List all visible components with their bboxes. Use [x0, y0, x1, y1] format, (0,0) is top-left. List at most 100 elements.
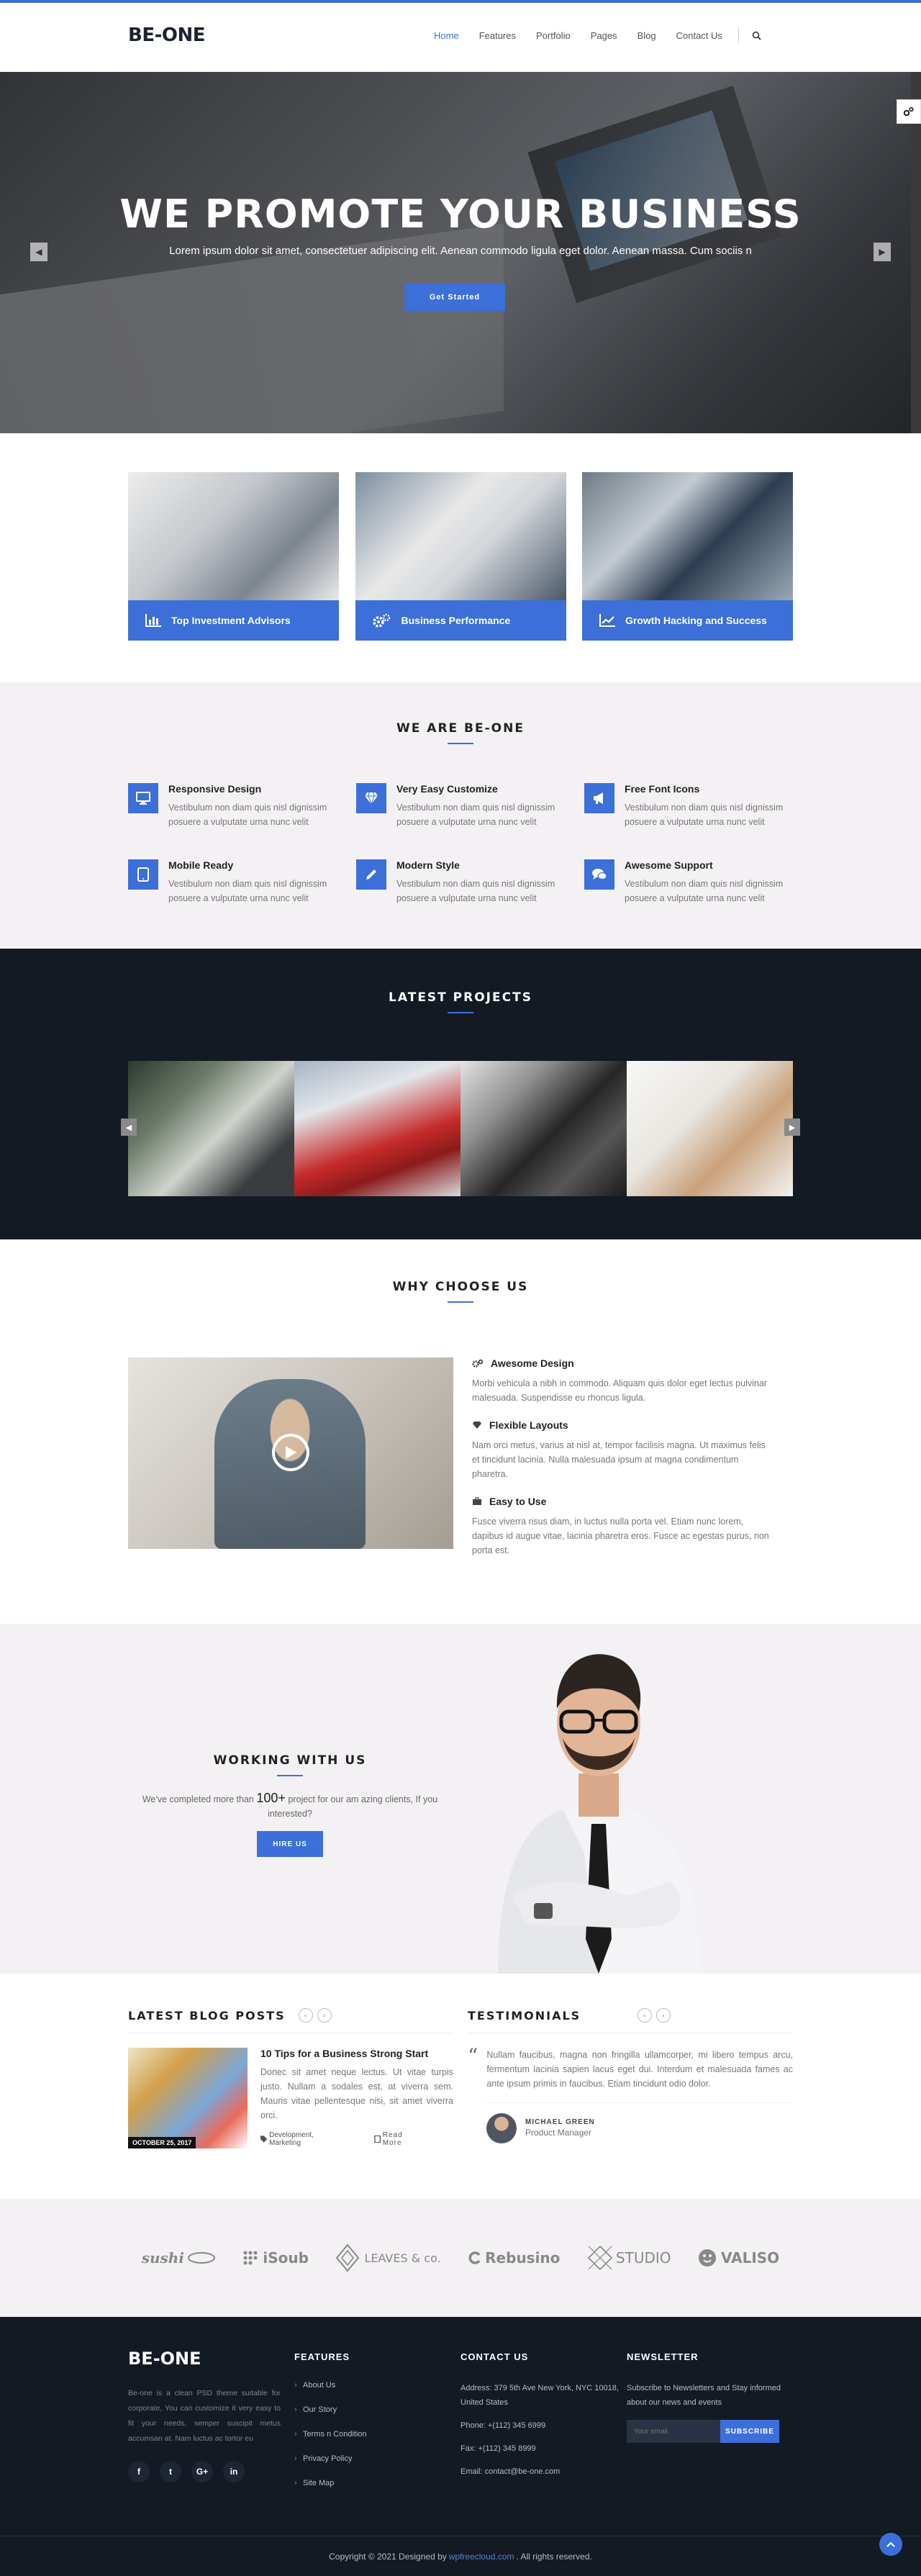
partner-logo[interactable]: iSoub	[242, 2249, 309, 2267]
testimonial-text: Nullam faucibus, magna non fringilla ull…	[486, 2050, 793, 2089]
quote-icon: “	[468, 2044, 478, 2068]
feature-item: Free Font Icons Vestibulum non diam quis …	[584, 783, 800, 829]
service-card[interactable]: Growth Hacking and Success	[582, 472, 793, 641]
hire-us-button[interactable]: HIRE US	[257, 1831, 323, 1857]
why-item: Easy to Use Fusce viverra risus diam, in…	[472, 1496, 774, 1558]
newsletter-email-input[interactable]	[627, 2420, 720, 2443]
testimonials-title: TESTIMONIALS	[468, 2008, 581, 2023]
businessman-photo	[484, 1637, 714, 1974]
partner-logo[interactable]: VALISO	[698, 2249, 779, 2267]
feature-item: Mobile Ready Vestibulum non diam quis nis…	[128, 859, 344, 905]
partners-section: sushi iSoub LEAVES & co. Rebusino STUDIO…	[0, 2199, 921, 2317]
feature-title: Responsive Design	[168, 783, 262, 795]
copyright-bar: Copyright © 2021 Designed by wpfreecloud…	[0, 2536, 921, 2576]
why-item-text: Fusce viverra risus diam, in luctus null…	[472, 1517, 769, 1555]
project-image[interactable]	[627, 1061, 793, 1196]
nav-blog[interactable]: Blog	[638, 30, 656, 41]
feature-text: Vestibulum non diam quis nisl dignissim …	[625, 879, 784, 903]
nav-contact[interactable]: Contact Us	[676, 30, 722, 41]
designer-link[interactable]: wpfreecloud.com	[449, 2552, 514, 2562]
facebook-icon[interactable]: f	[128, 2461, 150, 2482]
back-to-top-icon[interactable]	[879, 2533, 902, 2556]
pencil-icon	[356, 859, 386, 890]
chat-icon	[584, 859, 614, 890]
working-title: WORKING WITH US	[213, 1753, 367, 1768]
service-label: Top Investment Advisors	[171, 615, 291, 626]
subscribe-button[interactable]: SUBSCRIBE	[720, 2420, 779, 2443]
chevron-left-icon[interactable]: ‹	[298, 2008, 313, 2023]
project-image[interactable]	[128, 1061, 294, 1196]
partner-logo[interactable]: sushi	[142, 2249, 216, 2267]
nav-divider	[738, 27, 739, 43]
contact-email[interactable]: Email: contact@be-one.com	[460, 2464, 619, 2479]
desktop-icon	[128, 783, 158, 813]
footer-link-sitemap[interactable]: Site Map	[294, 2479, 460, 2487]
get-started-button[interactable]: Get Started	[404, 284, 505, 311]
hero-title: WE PROMOTE YOUR BUSINESS	[119, 191, 802, 237]
services-section: Top Investment Advisors Business Perform…	[0, 433, 921, 682]
feature-title: Mobile Ready	[168, 859, 234, 871]
footer-contact-title: CONTACT US	[460, 2351, 529, 2362]
google-plus-icon[interactable]: G+	[191, 2461, 213, 2482]
post-tags[interactable]: Development, Marketing	[260, 2131, 358, 2147]
search-icon[interactable]	[752, 31, 761, 40]
service-label: Growth Hacking and Success	[625, 615, 767, 626]
feature-title: Very Easy Customize	[396, 783, 498, 795]
chevron-left-icon[interactable]: ◀	[121, 1118, 137, 1136]
post-date: OCTOBER 25, 2017	[128, 2137, 196, 2148]
play-icon[interactable]	[272, 1434, 309, 1471]
feature-item: Modern Style Vestibulum non diam quis nis…	[356, 859, 572, 905]
site-header: BE-ONE Home Features Portfolio Pages Blo…	[0, 3, 921, 72]
linkedin-icon[interactable]: in	[223, 2461, 245, 2482]
post-excerpt: Donec sit amet neque lectus. Ut vitae tu…	[260, 2067, 453, 2120]
feature-item: Awesome Support Vestibulum non diam quis …	[584, 859, 800, 905]
chevron-left-icon[interactable]: ◀	[30, 243, 47, 261]
nav-features[interactable]: Features	[479, 30, 516, 41]
feature-text: Vestibulum non diam quis nisl dignissim …	[396, 803, 555, 827]
footer-about: Be-one is a clean PSD theme suitable for…	[128, 2389, 281, 2443]
service-card[interactable]: Business Performance	[355, 472, 566, 641]
line-chart-icon	[599, 614, 625, 627]
footer-link-story[interactable]: Our Story	[294, 2405, 460, 2414]
read-more-link[interactable]: Read More	[373, 2131, 437, 2147]
contact-address: Address: 379 5th Ave New York, NYC 10018…	[460, 2384, 619, 2407]
footer-newsletter-title: NEWSLETTER	[627, 2351, 699, 2362]
projects-carousel: ◀ ▶	[121, 1061, 800, 1196]
footer-link-terms[interactable]: Terms n Condition	[294, 2430, 460, 2439]
features-section: WE ARE BE-ONE Responsive Design Vestibulu…	[0, 682, 921, 949]
footer-link-about[interactable]: About Us	[294, 2381, 460, 2390]
diamond-icon	[356, 783, 386, 813]
nav-portfolio[interactable]: Portfolio	[536, 30, 571, 41]
footer-logo[interactable]: BE-ONE	[128, 2349, 294, 2369]
blog-thumbnail[interactable]: OCTOBER 25, 2017	[128, 2048, 248, 2148]
twitter-icon[interactable]: t	[160, 2461, 181, 2482]
chevron-left-icon[interactable]: ‹	[638, 2008, 652, 2023]
partner-logo[interactable]: STUDIO	[587, 2245, 671, 2271]
main-nav: Home Features Portfolio Pages Blog Conta…	[434, 27, 761, 43]
why-item-title: Awesome Design	[491, 1357, 574, 1369]
partner-logo[interactable]: Rebusino	[468, 2249, 560, 2267]
nav-home[interactable]: Home	[434, 30, 459, 41]
post-title[interactable]: 10 Tips for a Business Strong Start	[260, 2048, 453, 2059]
feature-title: Awesome Support	[625, 859, 713, 871]
project-image[interactable]	[460, 1061, 627, 1196]
contact-phone: Phone: +(112) 345 6999	[460, 2421, 546, 2430]
chevron-right-icon[interactable]: ▶	[874, 243, 891, 261]
settings-gear-icon[interactable]	[897, 99, 921, 124]
site-logo[interactable]: BE-ONE	[128, 24, 206, 46]
chevron-right-icon[interactable]: ›	[656, 2008, 671, 2023]
nav-pages[interactable]: Pages	[591, 30, 617, 41]
why-item-text: Morbi vehicula a nibh in commodo. Aliqua…	[472, 1378, 767, 1403]
feature-title: Free Font Icons	[625, 783, 700, 795]
service-card[interactable]: Top Investment Advisors	[128, 472, 339, 641]
footer-link-privacy[interactable]: Privacy Policy	[294, 2454, 460, 2463]
chevron-right-icon[interactable]: ›	[317, 2008, 332, 2023]
project-image[interactable]	[294, 1061, 460, 1196]
blog-post: OCTOBER 25, 2017 10 Tips for a Business …	[128, 2048, 453, 2148]
site-footer: BE-ONE Be-one is a clean PSD theme suita…	[0, 2317, 921, 2576]
newsletter-text: Subscribe to Newsletters and Stay inform…	[627, 2384, 781, 2407]
video-thumbnail[interactable]	[128, 1357, 453, 1549]
partner-logo[interactable]: LEAVES & co.	[335, 2243, 441, 2272]
chevron-right-icon[interactable]: ▶	[784, 1118, 800, 1136]
tablet-icon	[128, 859, 158, 890]
